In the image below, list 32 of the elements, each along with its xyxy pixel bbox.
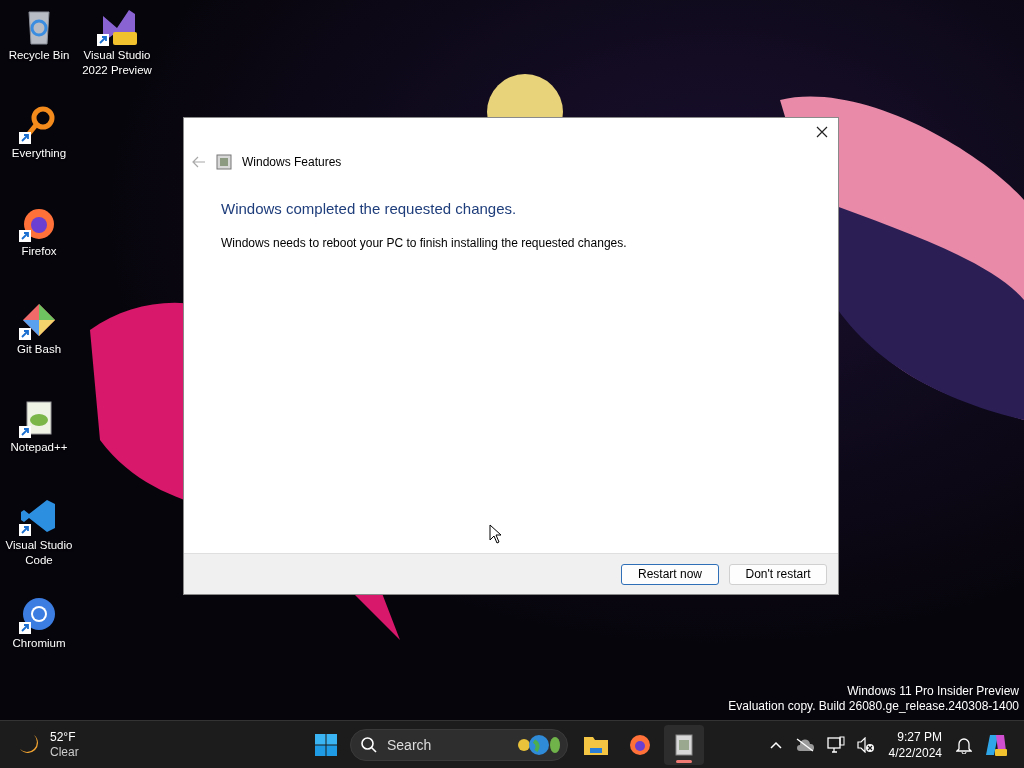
desktop-icon-label[interactable]: Git Bash (1, 342, 77, 357)
desktop-icon-label[interactable]: Chromium (1, 636, 77, 651)
desktop-icon-label[interactable]: Firefox (1, 244, 77, 259)
window-features-icon (675, 733, 693, 756)
dialog-heading: Windows completed the requested changes. (221, 200, 518, 217)
window-features-icon (216, 154, 232, 170)
firefox-icon (629, 733, 651, 756)
restart-now-button[interactable]: Restart now (621, 563, 719, 585)
dont-restart-button[interactable]: Don't restart (729, 563, 827, 585)
edition-notice-text: Windows 11 Pro Insider Preview (846, 684, 1019, 699)
search-field[interactable]: Search (350, 728, 568, 761)
globe-flowers-icon (516, 732, 562, 757)
desktop-icon-label[interactable]: Visual Studio 2022 Preview (79, 48, 155, 78)
desktop-icon-label[interactable]: Visual Studio Code (1, 538, 77, 568)
windows-logo-icon[interactable] (314, 732, 338, 757)
close-icon[interactable] (814, 124, 830, 140)
desktop-icon-label[interactable]: Notepad++ (1, 440, 77, 455)
mouse-pointer-icon (489, 524, 502, 544)
chevron-up-icon[interactable] (768, 739, 783, 750)
desktop-icon-label[interactable]: Everything (1, 146, 77, 161)
bell-icon[interactable] (956, 735, 972, 754)
dialog-message: Windows needs to reboot your PC to finish installing the requested changes. (221, 236, 628, 250)
network-icon[interactable] (826, 735, 845, 754)
window-title: Windows Features (242, 155, 342, 169)
weather-condition-text[interactable]: Clear (50, 744, 79, 760)
clock[interactable]: 9:27 PM 4/22/2024 (886, 728, 944, 761)
taskbar-app-button[interactable] (664, 724, 704, 765)
cloud-off-icon[interactable] (794, 737, 815, 752)
desktop-icon-label[interactable]: Recycle Bin (1, 48, 77, 63)
speaker-muted-icon[interactable] (856, 736, 875, 753)
temperature-text[interactable]: 52°F (50, 729, 79, 745)
edition-notice-text: Evaluation copy. Build 26080.ge_release.240308-1400 (728, 699, 1019, 714)
